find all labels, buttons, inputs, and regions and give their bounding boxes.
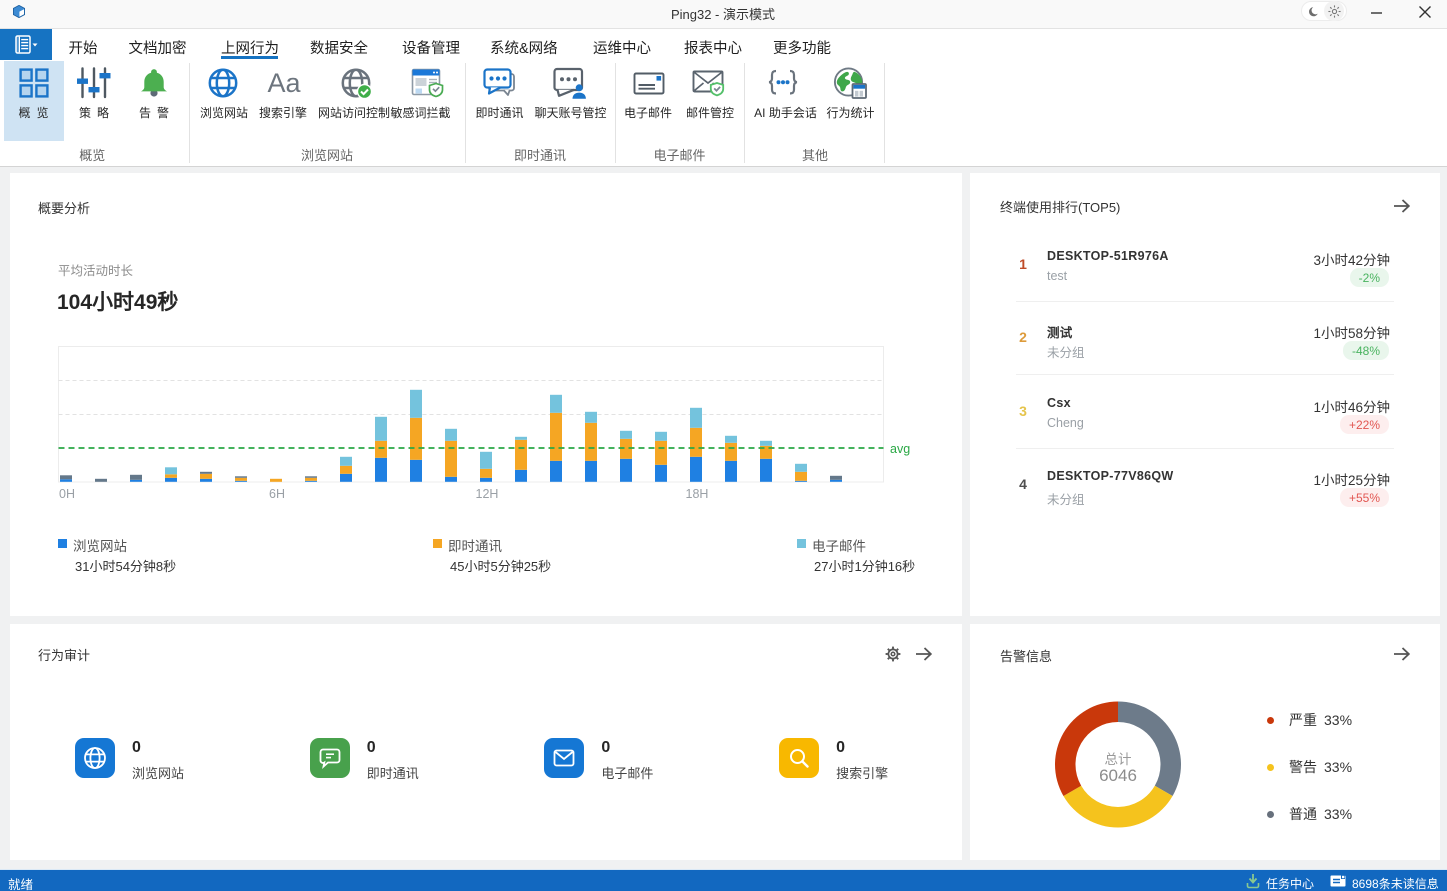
svg-text:Aa: Aa <box>267 68 301 98</box>
